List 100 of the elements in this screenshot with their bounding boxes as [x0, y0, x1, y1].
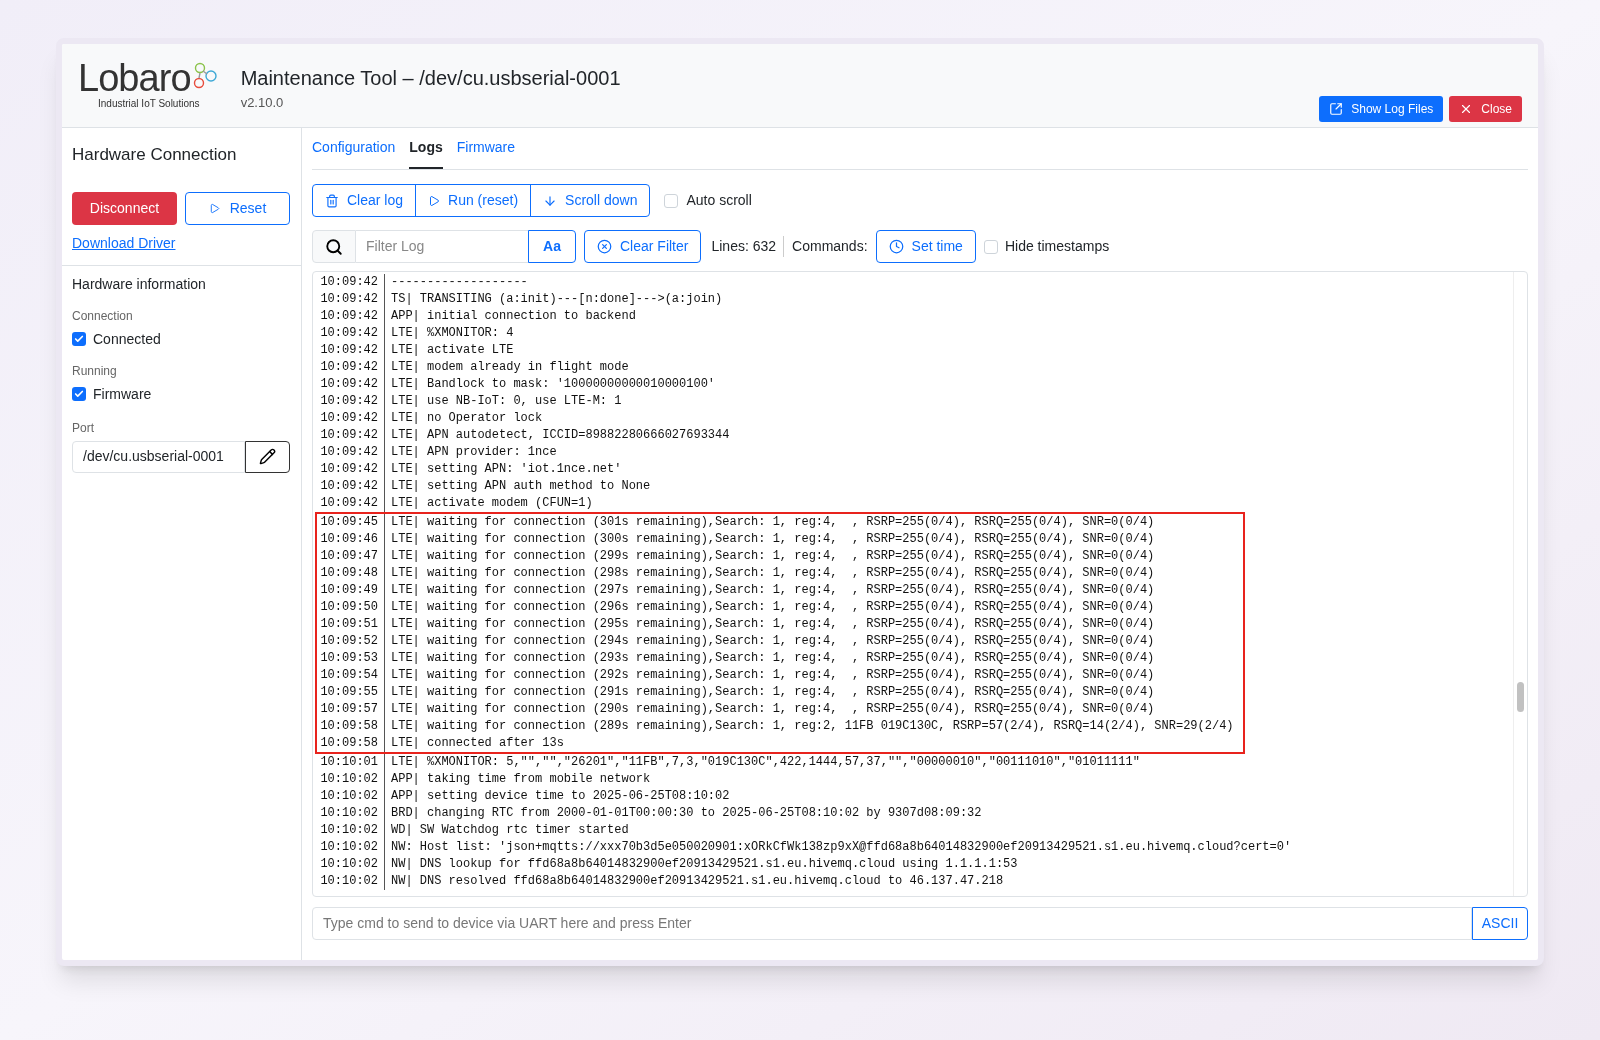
checkbox[interactable] — [72, 387, 86, 401]
log-message: LTE| %XMONITOR: 4 — [390, 325, 514, 342]
checkbox-label: Connected — [93, 329, 161, 349]
log-message: LTE| setting APN auth method to None — [390, 478, 651, 495]
log-message: NW| DNS resolved ffd68a8b64014832900ef20913429521.s1.eu.hivemq.cloud to 46.137.47.218 — [390, 873, 1004, 890]
log-timestamp: 10:10:02 — [317, 805, 385, 822]
log-timestamp: 10:09:42 — [317, 342, 385, 359]
log-message: LTE| waiting for connection (296s remaining),Search: 1, reg:4, , RSRP=255(0/4), RSRQ=255(0/4), SNR=0(0/4) — [390, 599, 1155, 616]
log-timestamp: 10:10:02 — [317, 771, 385, 788]
section-title: Hardware information — [72, 274, 207, 294]
checkbox-label: Firmware — [93, 384, 152, 404]
reset-button[interactable]: Reset — [185, 191, 290, 225]
log-timestamp: 10:10:02 — [317, 873, 385, 890]
logo-tagline: Industrial IoT Solutions — [98, 97, 200, 111]
log-message: LTE| waiting for connection (297s remaining),Search: 1, reg:4, , RSRP=255(0/4), RSRQ=255(0/4), SNR=0(0/4) — [390, 582, 1155, 599]
play-icon — [208, 202, 220, 214]
header-button[interactable]: Close — [1449, 96, 1522, 122]
toolbar-button[interactable]: Run (reset) — [415, 185, 531, 216]
log-message: NW: Host list: 'json+mqtts://xxx70b3d5e050020901:xORkCfWk138zp9xX@ffd68a8b64014832900ef20913429521.s1.eu.hivemq.cloud?cert=0' — [390, 839, 1292, 856]
log-message: LTE| use NB-IoT: 0, use LTE-M: 1 — [390, 393, 622, 410]
checkbox[interactable] — [983, 239, 998, 254]
command-field[interactable]: Type cmd to send to device via UART here and press Enter — [312, 907, 1472, 940]
log-message: LTE| waiting for connection (290s remaining),Search: 1, reg:4, , RSRP=255(0/4), RSRQ=255(0/4), SNR=0(0/4) — [390, 701, 1155, 718]
log-message: LTE| connected after 13s — [390, 735, 564, 752]
disconnect-button[interactable]: Disconnect — [72, 191, 177, 225]
log-message: LTE| modem already in flight mode — [390, 359, 629, 376]
checkbox[interactable] — [664, 193, 679, 208]
log-message: LTE| waiting for connection (293s remaining),Search: 1, reg:4, , RSRP=255(0/4), RSRQ=255(0/4), SNR=0(0/4) — [390, 650, 1155, 667]
log-message: LTE| APN autodetect, ICCID=89882280666027693344 — [390, 427, 730, 444]
log-timestamp: 10:09:42 — [317, 291, 385, 308]
download-driver-link[interactable]: Download Driver — [72, 232, 176, 254]
field-label: Running — [72, 362, 118, 380]
scrollbar-thumb[interactable] — [1517, 682, 1524, 712]
log-timestamp: 10:09:42 — [317, 308, 385, 325]
play-icon — [428, 194, 441, 207]
case-sensitive-toggle[interactable]: Aa — [528, 230, 576, 263]
log-timestamp: 10:09:42 — [317, 376, 385, 393]
log-timestamp: 10:09:50 — [317, 599, 385, 616]
log-message: LTE| Bandlock to mask: '10000000000010000100' — [390, 376, 716, 393]
log-timestamp: 10:10:02 — [317, 822, 385, 839]
port-field[interactable]: /dev/cu.usbserial-0001 — [72, 440, 245, 473]
log-timestamp: 10:09:45 — [317, 514, 385, 531]
log-message: APP| taking time from mobile network — [390, 771, 651, 788]
log-message: TS| TRANSITING (a:init)---[n:done]--->(a:join) — [390, 291, 723, 308]
log-message: LTE| waiting for connection (299s remaining),Search: 1, reg:4, , RSRP=255(0/4), RSRQ=255(0/4), SNR=0(0/4) — [390, 548, 1155, 565]
toolbar-button[interactable]: Clear log — [313, 185, 416, 216]
log-message: LTE| waiting for connection (298s remaining),Search: 1, reg:4, , RSRP=255(0/4), RSRQ=255(0/4), SNR=0(0/4) — [390, 565, 1155, 582]
log-timestamp: 10:09:53 — [317, 650, 385, 667]
log-message: LTE| activate modem (CFUN=1) — [390, 495, 593, 512]
lines-count: Lines: 632 — [711, 236, 785, 257]
log-message: LTE| waiting for connection (295s remaining),Search: 1, reg:4, , RSRP=255(0/4), RSRQ=255(0/4), SNR=0(0/4) — [390, 616, 1155, 633]
field-label: Port — [72, 419, 95, 437]
checkbox[interactable] — [72, 332, 86, 346]
log-timestamp: 10:09:42 — [317, 444, 385, 461]
log-message: NW| DNS lookup for ffd68a8b64014832900ef20913429521.s1.eu.hivemq.cloud using 1.1.1.1:53 — [390, 856, 1018, 873]
log-message: LTE| %XMONITOR: 5,"","","26201","11FB",7,3,"019C130C",422,1444,57,37,"","00000010","00111010","01011111" — [390, 754, 1140, 771]
external-link-icon — [1329, 102, 1344, 116]
log-message: LTE| waiting for connection (292s remaining),Search: 1, reg:4, , RSRP=255(0/4), RSRQ=255(0/4), SNR=0(0/4) — [390, 667, 1155, 684]
log-message: LTE| waiting for connection (291s remaining),Search: 1, reg:4, , RSRP=255(0/4), RSRQ=255(0/4), SNR=0(0/4) — [390, 684, 1155, 701]
toolbar-button[interactable]: Scroll down — [530, 185, 650, 216]
clock-icon — [888, 239, 904, 254]
version-label: v2.10.0 — [240, 94, 285, 112]
edit-button[interactable] — [245, 440, 290, 473]
log-message: LTE| waiting for connection (300s remaining),Search: 1, reg:4, , RSRP=255(0/4), RSRQ=255(0/4), SNR=0(0/4) — [390, 531, 1155, 548]
log-message: APP| initial connection to backend — [390, 308, 636, 325]
tab[interactable]: Logs — [409, 137, 443, 169]
clear-filter-button[interactable]: Clear Filter — [584, 230, 702, 263]
log-message: BRD| changing RTC from 2000-01-01T00:00:30 to 2025-06-25T08:10:02 by 9307d08:09:32 — [390, 805, 982, 822]
trash-icon — [325, 193, 339, 208]
log-message: LTE| no Operator lock — [390, 410, 543, 427]
log-timestamp: 10:09:55 — [317, 684, 385, 701]
log-message: LTE| APN provider: 1nce — [390, 444, 557, 461]
log-timestamp: 10:09:58 — [317, 735, 385, 752]
log-timestamp: 10:09:48 — [317, 565, 385, 582]
log-timestamp: 10:09:46 — [317, 531, 385, 548]
filter-field[interactable]: Filter Log — [356, 230, 528, 263]
log-message: LTE| activate LTE — [390, 342, 514, 359]
log-timestamp: 10:09:42 — [317, 359, 385, 376]
log-message: LTE| setting APN: 'iot.1nce.net' — [390, 461, 622, 478]
log-message: LTE| waiting for connection (289s remaining),Search: 1, reg:2, 11FB 019C130C, RSRP=57(2/4), RSRQ=14(2/4), SNR=29(2/4) — [390, 718, 1234, 735]
log-timestamp: 10:09:42 — [317, 410, 385, 427]
log-timestamp: 10:09:49 — [317, 582, 385, 599]
log-timestamp: 10:10:01 — [317, 754, 385, 771]
log-timestamp: 10:09:42 — [317, 478, 385, 495]
log-timestamp: 10:09:42 — [317, 393, 385, 410]
log-message: LTE| waiting for connection (301s remaining),Search: 1, reg:4, , RSRP=255(0/4), RSRQ=255(0/4), SNR=0(0/4) — [390, 514, 1155, 531]
tab[interactable]: Firmware — [456, 137, 516, 169]
sidebar-title: Hardware Connection — [72, 144, 238, 166]
commands-label: Commands: — [792, 237, 868, 256]
ascii-mode-button[interactable]: ASCII — [1472, 907, 1528, 940]
log-message: WD| SW Watchdog rtc timer started — [390, 822, 629, 839]
tab[interactable]: Configuration — [312, 137, 396, 169]
log-timestamp: 10:09:51 — [317, 616, 385, 633]
log-timestamp: 10:09:58 — [317, 718, 385, 735]
log-timestamp: 10:09:42 — [317, 461, 385, 478]
checkbox-label: Hide timestamps — [1004, 237, 1110, 256]
log-timestamp: 10:10:02 — [317, 839, 385, 856]
set-time-button[interactable]: Set time — [875, 230, 976, 263]
checkbox-label: Auto scroll — [686, 191, 752, 210]
header-button[interactable]: Show Log Files — [1319, 96, 1444, 122]
